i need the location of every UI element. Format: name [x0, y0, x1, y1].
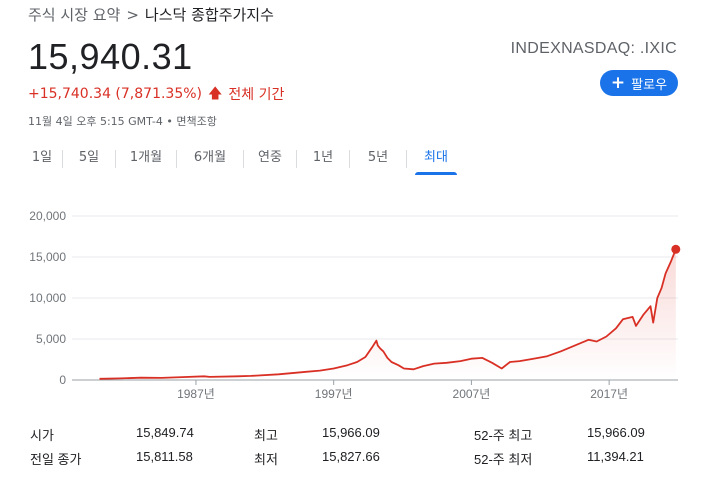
range-tabs: 1일 5일 1개월 6개월 연중 1년 5년 최대	[22, 147, 457, 177]
open-value: 15,849.74	[136, 425, 194, 440]
tab-1-month[interactable]: 1개월	[116, 147, 176, 175]
y-tick-label: 0	[59, 373, 66, 387]
price-area-fill	[99, 249, 676, 380]
open-label: 시가	[30, 428, 54, 443]
breadcrumb-separator: >	[126, 6, 139, 24]
tab-divider	[406, 150, 407, 168]
x-tick-label: 2007년	[453, 387, 491, 401]
price-chart[interactable]: 20,000 15,000 10,000 5,000 0 1987년 1997년 2007년 2…	[0, 196, 703, 416]
y-tick-label: 15,000	[29, 250, 66, 264]
tab-ytd[interactable]: 연중	[244, 147, 296, 175]
current-price: 15,940.31	[28, 36, 193, 77]
ticker-symbol: INDEXNASDAQ: .IXIC	[510, 40, 677, 57]
tab-5-year[interactable]: 5년	[350, 147, 406, 175]
low-52-label: 52-주 최저	[474, 452, 533, 467]
tab-1-day[interactable]: 1일	[22, 147, 62, 175]
x-tick-label: 1987년	[177, 387, 215, 401]
breadcrumb: 주식 시장 요약 > 나스닥 종합주가지수	[28, 4, 274, 25]
price-change-value: +15,740.34 (7,871.35%)	[28, 86, 203, 102]
arrow-up-icon: 🡅	[208, 86, 223, 102]
quote-timestamp[interactable]: 11월 4일 오후 5:15 GMT-4 • 면책조항	[28, 113, 217, 129]
high-value: 15,966.09	[322, 425, 380, 440]
current-value-marker	[671, 244, 681, 254]
follow-button[interactable]: + 팔로우	[600, 70, 678, 96]
high-52-label: 52-주 최고	[474, 428, 533, 443]
x-tick-label: 1997년	[315, 387, 353, 401]
x-tick-label: 2017년	[590, 387, 628, 401]
high-52-value: 15,966.09	[587, 425, 645, 440]
tab-max[interactable]: 최대	[415, 147, 457, 175]
breadcrumb-current: 나스닥 종합주가지수	[144, 6, 274, 24]
tab-1-year[interactable]: 1년	[297, 147, 349, 175]
follow-label: 팔로우	[631, 77, 668, 93]
price-change: +15,740.34 (7,871.35%) 🡅 전체 기간	[28, 84, 284, 104]
low-52-value: 11,394.21	[587, 449, 644, 464]
tab-5-day[interactable]: 5일	[63, 147, 115, 175]
change-period: 전체 기간	[228, 87, 285, 103]
high-label: 최고	[254, 428, 278, 443]
y-tick-label: 5,000	[36, 332, 66, 346]
prev-close-label: 전일 종가	[30, 452, 82, 467]
low-label: 최저	[254, 452, 278, 467]
y-tick-label: 10,000	[29, 291, 66, 305]
prev-close-value: 15,811.58	[136, 449, 193, 464]
tab-6-month[interactable]: 6개월	[177, 147, 243, 175]
y-tick-label: 20,000	[29, 209, 66, 223]
plus-icon: +	[610, 72, 626, 93]
breadcrumb-parent-link[interactable]: 주식 시장 요약	[28, 6, 120, 24]
low-value: 15,827.66	[322, 449, 380, 464]
